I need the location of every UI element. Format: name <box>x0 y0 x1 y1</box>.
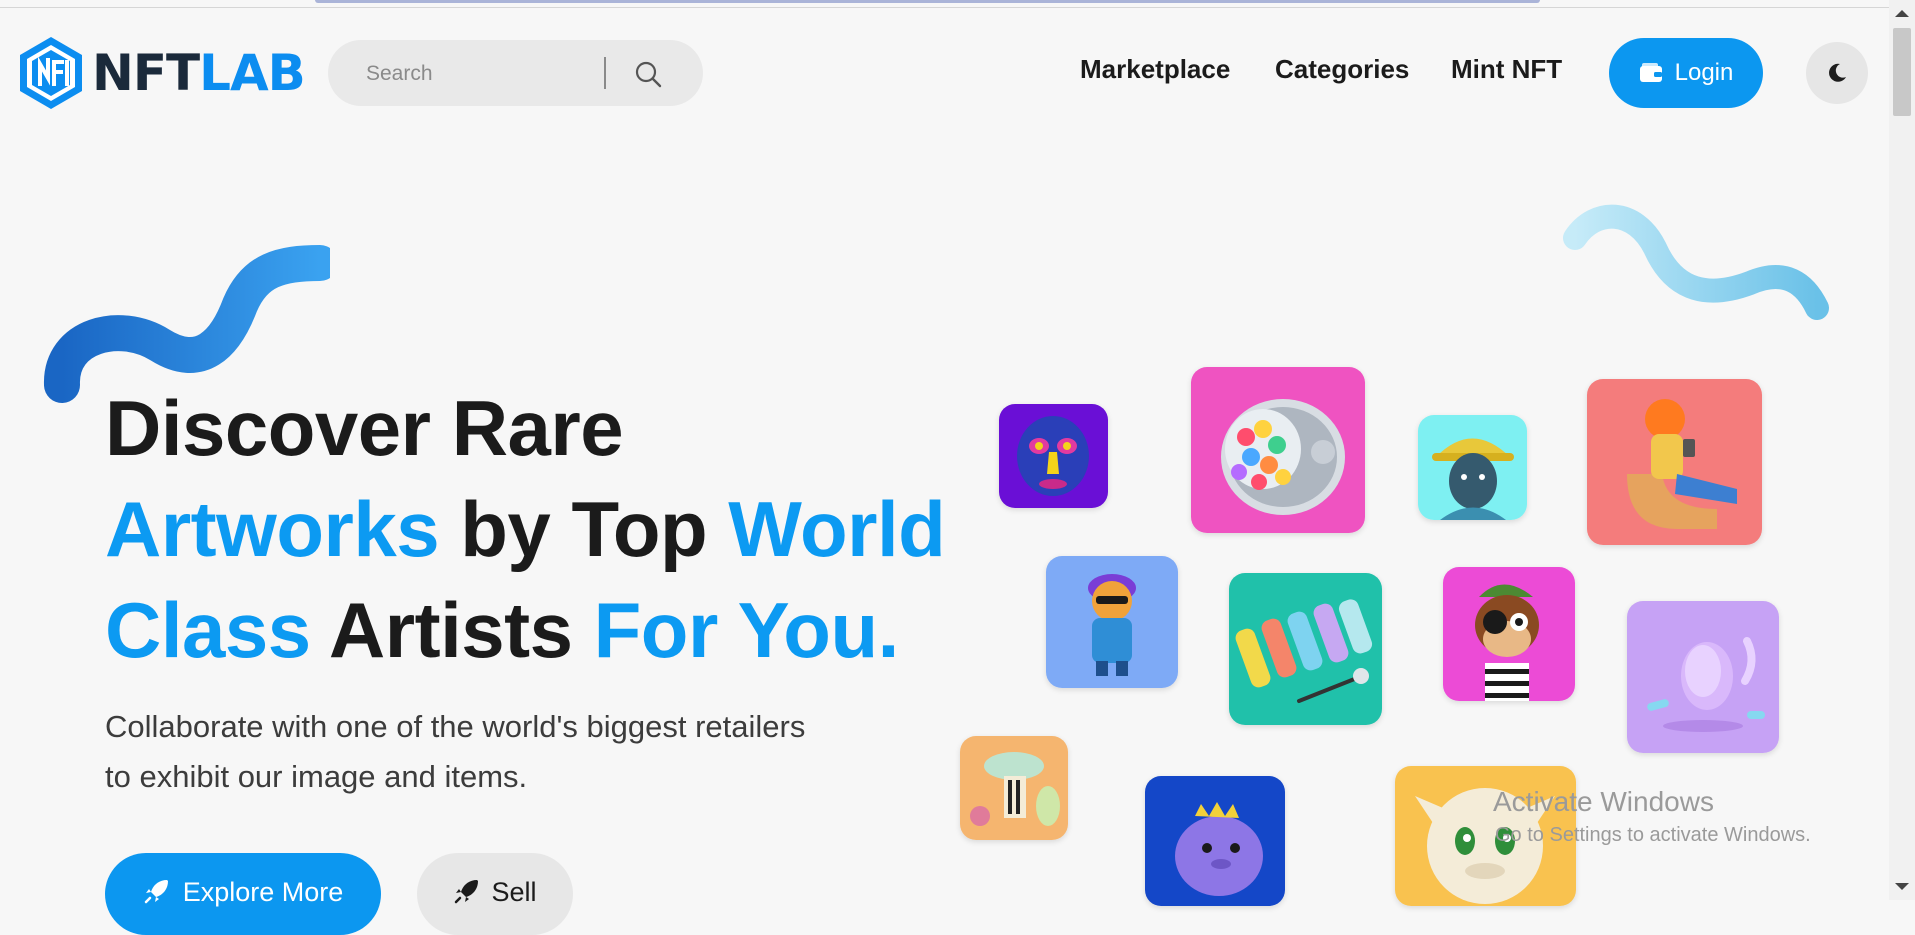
watermark-line-1: Activate Windows <box>1493 786 1714 817</box>
watermark-line-2: Go to Settings to activate Windows. <box>1495 824 1811 846</box>
nft-tile-dino[interactable] <box>1145 776 1285 906</box>
explore-more-label: Explore More <box>182 877 344 907</box>
explore-more-button[interactable]: Explore More <box>105 853 381 935</box>
nft-art-xylophone <box>1229 573 1382 725</box>
nft-tile-purple-head[interactable] <box>1627 601 1779 753</box>
hero-line-1: Discover Rare <box>105 384 624 472</box>
nav-categories[interactable]: Categories <box>1275 56 1409 82</box>
nft-art-purple-head <box>1627 601 1779 753</box>
nft-tile-monkey[interactable] <box>1443 567 1575 701</box>
nft-art-girl-chair <box>1587 379 1762 545</box>
nft-tile-mask[interactable] <box>999 404 1108 508</box>
rocket-icon <box>144 880 168 904</box>
search-bar <box>328 40 703 108</box>
sell-button[interactable]: Sell <box>417 853 573 935</box>
browser-top-edge <box>0 0 1895 8</box>
hero-line-3-a: Class <box>105 586 311 674</box>
search-input[interactable] <box>364 40 598 108</box>
login-label: Login <box>1674 59 1734 86</box>
nft-tile-bucket-hat-portrait[interactable] <box>1418 415 1527 520</box>
sell-label: Sell <box>491 877 537 907</box>
hero-subtitle: Collaborate with one of the world's bigg… <box>105 702 865 802</box>
nft-tile-bear[interactable] <box>1046 556 1178 688</box>
hero-title: Discover Rare Artworks by Top World Clas… <box>105 378 965 681</box>
hero-line-3-b: Artists <box>310 586 594 674</box>
login-button[interactable]: Login <box>1609 38 1763 108</box>
search-divider <box>604 57 606 89</box>
scroll-down-arrow-icon[interactable] <box>1895 883 1909 890</box>
nftlab-logo-icon <box>20 37 82 109</box>
nft-tile-xylophone[interactable] <box>1229 573 1382 725</box>
hero-line-3-c: For You. <box>593 586 900 674</box>
theme-toggle[interactable] <box>1806 42 1868 104</box>
nft-tile-gumball-helmet[interactable] <box>1191 367 1365 533</box>
windows-activation-watermark: Activate Windows Go to Settings to activ… <box>1493 786 1811 847</box>
nft-art-bucket-hat-portrait <box>1418 415 1527 520</box>
nft-tile-girl-chair[interactable] <box>1587 379 1762 545</box>
nft-art-mask <box>999 404 1108 508</box>
brand-logo[interactable]: NFTLAB <box>16 34 306 112</box>
hero-subtitle-line-1: Collaborate with one of the world's bigg… <box>105 709 806 744</box>
page-scrollbar[interactable] <box>1889 0 1915 900</box>
nav-mint-nft[interactable]: Mint NFT <box>1451 56 1562 82</box>
moon-icon <box>1829 63 1846 82</box>
search-icon[interactable] <box>634 60 662 88</box>
nft-art-monkey <box>1443 567 1575 701</box>
nft-tile-creatures[interactable] <box>960 736 1068 840</box>
nft-art-dino <box>1145 776 1285 906</box>
nft-art-bear <box>1046 556 1178 688</box>
hero-line-2-c: World <box>728 485 946 573</box>
tab-highlight <box>315 0 1540 3</box>
brand-wordmark: NFTLAB <box>92 44 306 102</box>
scrollbar-thumb[interactable] <box>1893 28 1911 116</box>
nav-marketplace[interactable]: Marketplace <box>1080 56 1230 82</box>
nft-art-gumball-helmet <box>1191 367 1365 533</box>
scroll-up-arrow-icon[interactable] <box>1895 10 1909 17</box>
hero-line-2-a: Artworks <box>105 485 440 573</box>
light-blue-squiggle-right <box>1563 204 1829 320</box>
hero-line-2-b: by Top <box>439 485 729 573</box>
rocket-icon <box>455 880 479 904</box>
nft-art-creatures <box>960 736 1068 840</box>
hero-subtitle-line-2: to exhibit our image and items. <box>105 759 528 794</box>
wallet-icon <box>1639 63 1662 82</box>
